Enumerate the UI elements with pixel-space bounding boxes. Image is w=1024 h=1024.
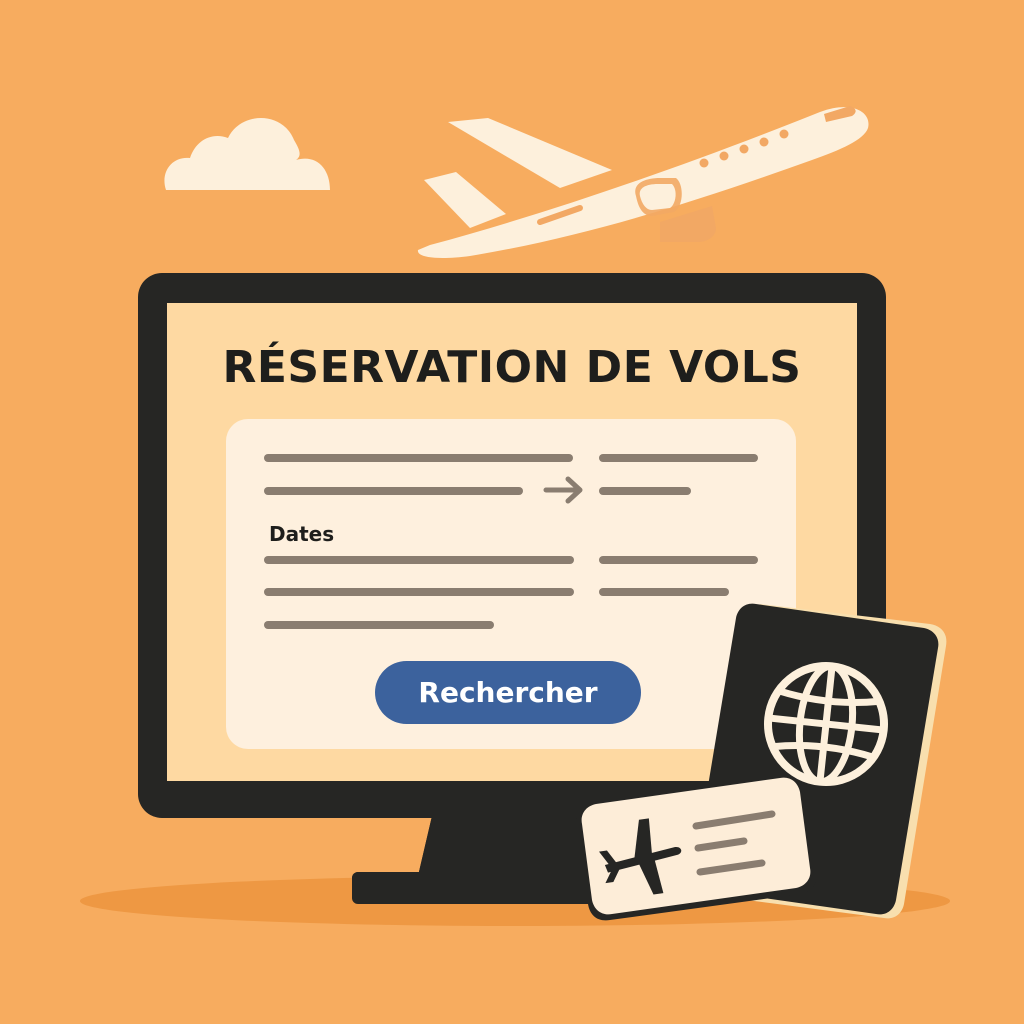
form-field-placeholder[interactable]	[264, 487, 523, 495]
airplane-icon	[417, 106, 869, 258]
search-button[interactable]: Rechercher	[375, 661, 641, 724]
form-field-placeholder[interactable]	[264, 588, 574, 596]
form-field-placeholder[interactable]	[599, 487, 691, 495]
form-field-placeholder[interactable]	[599, 588, 729, 596]
page-title: RÉSERVATION DE VOLS	[222, 342, 802, 393]
cloud-icon	[164, 118, 330, 190]
form-field-placeholder[interactable]	[264, 454, 573, 462]
arrow-right-icon	[543, 476, 583, 504]
ground-shadow	[80, 876, 950, 926]
form-field-placeholder[interactable]	[599, 556, 758, 564]
scene: RÉSERVATION DE VOLS Dates Rechercher	[0, 0, 1024, 1024]
form-field-placeholder[interactable]	[264, 621, 494, 629]
form-field-placeholder[interactable]	[264, 556, 574, 564]
form-field-placeholder[interactable]	[599, 454, 758, 462]
dates-label: Dates	[269, 522, 335, 546]
